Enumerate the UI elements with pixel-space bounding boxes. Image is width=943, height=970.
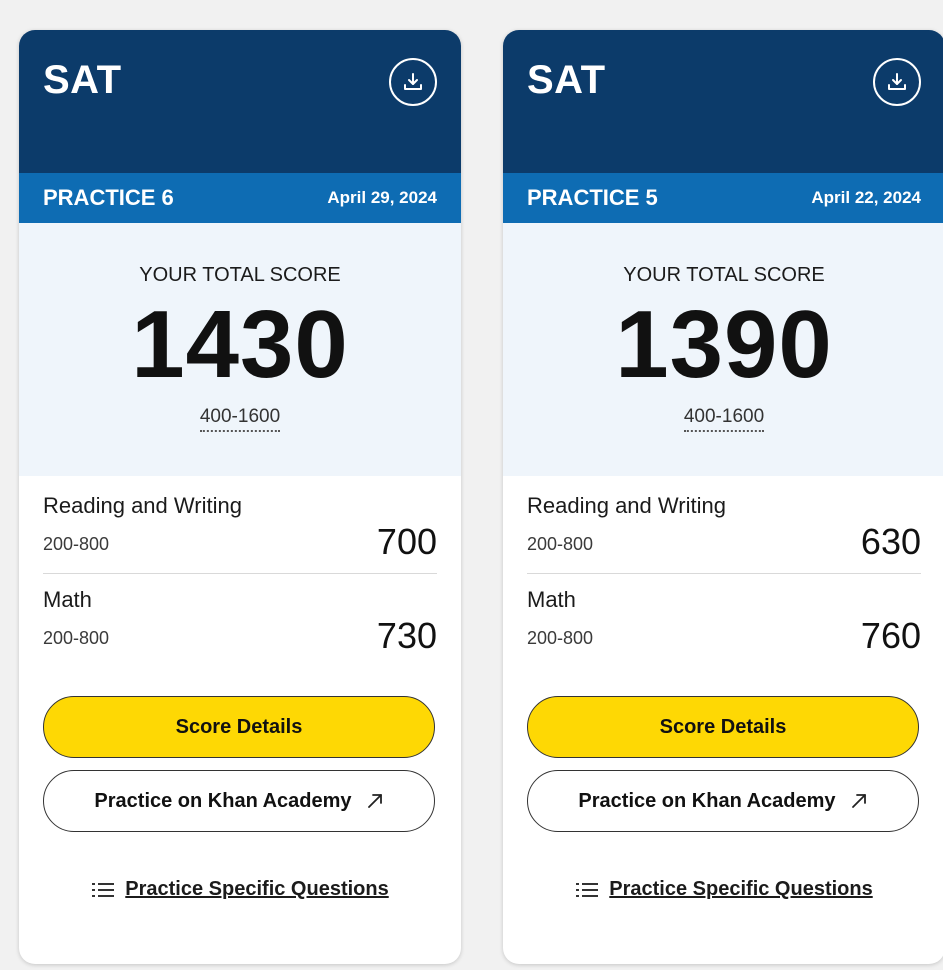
practice-bar: PRACTICE 6 April 29, 2024 — [19, 173, 461, 223]
section-score: 730 — [376, 615, 437, 656]
score-details-label: Score Details — [659, 715, 787, 738]
section-math: Math 200-800 730 — [43, 586, 437, 676]
practice-name: PRACTICE 5 — [527, 185, 658, 210]
section-reading-writing: Reading and Writing 200-800 630 — [527, 492, 921, 582]
score-details-button[interactable]: Score Details — [527, 696, 919, 758]
card-header: SAT — [19, 30, 461, 173]
khan-academy-button[interactable]: Practice on Khan Academy — [527, 770, 919, 832]
section-score: 630 — [860, 521, 921, 562]
download-button[interactable] — [389, 58, 437, 106]
list-icon — [92, 882, 115, 897]
section-score: 700 — [376, 521, 437, 562]
test-brand: SAT — [43, 58, 122, 102]
section-reading-writing: Reading and Writing 200-800 700 — [43, 492, 437, 582]
section-name: Reading and Writing — [43, 493, 242, 518]
section-name: Math — [527, 587, 576, 612]
download-button[interactable] — [873, 58, 921, 106]
section-name: Reading and Writing — [527, 493, 726, 518]
download-icon — [404, 73, 422, 90]
practice-date: April 29, 2024 — [327, 188, 437, 207]
total-score-range[interactable]: 400-1600 — [199, 405, 281, 432]
score-details-label: Score Details — [175, 715, 303, 738]
card-header: SAT — [503, 30, 943, 173]
score-card-practice-6: SAT PRACTICE 6 April 29, 2024 YOUR TOTAL… — [19, 30, 461, 964]
practice-name: PRACTICE 6 — [43, 185, 174, 210]
section-range: 200-800 — [43, 628, 110, 648]
khan-academy-label: Practice on Khan Academy — [94, 789, 352, 812]
list-icon — [576, 882, 599, 897]
section-range: 200-800 — [527, 628, 594, 648]
external-link-icon — [367, 794, 382, 808]
section-divider — [43, 573, 437, 574]
practice-questions-row: Practice Specific Questions — [19, 878, 461, 901]
external-link-icon — [851, 794, 866, 808]
section-score: 760 — [860, 615, 921, 656]
total-score-panel: YOUR TOTAL SCORE 1430 400-1600 — [19, 223, 461, 476]
total-score-panel: YOUR TOTAL SCORE 1390 400-1600 — [503, 223, 943, 476]
test-brand: SAT — [527, 58, 606, 102]
practice-questions-link[interactable]: Practice Specific Questions — [609, 878, 872, 901]
total-score-value: 1430 — [131, 291, 349, 398]
total-score-label: YOUR TOTAL SCORE — [139, 264, 341, 286]
download-icon — [888, 73, 906, 90]
section-range: 200-800 — [43, 534, 110, 554]
section-name: Math — [43, 587, 92, 612]
section-divider — [527, 573, 921, 574]
total-score-range[interactable]: 400-1600 — [683, 405, 765, 432]
khan-academy-button[interactable]: Practice on Khan Academy — [43, 770, 435, 832]
practice-date: April 22, 2024 — [811, 188, 921, 207]
score-card-practice-5: SAT PRACTICE 5 April 22, 2024 YOUR TOTAL… — [503, 30, 943, 964]
practice-questions-row: Practice Specific Questions — [503, 878, 943, 901]
score-cards-board: SAT PRACTICE 6 April 29, 2024 YOUR TOTAL… — [0, 0, 943, 970]
section-range: 200-800 — [527, 534, 594, 554]
khan-academy-label: Practice on Khan Academy — [578, 789, 836, 812]
practice-bar: PRACTICE 5 April 22, 2024 — [503, 173, 943, 223]
practice-questions-link[interactable]: Practice Specific Questions — [125, 878, 388, 901]
score-details-button[interactable]: Score Details — [43, 696, 435, 758]
total-score-value: 1390 — [615, 291, 833, 398]
total-score-label: YOUR TOTAL SCORE — [623, 264, 825, 286]
section-math: Math 200-800 760 — [527, 586, 921, 676]
